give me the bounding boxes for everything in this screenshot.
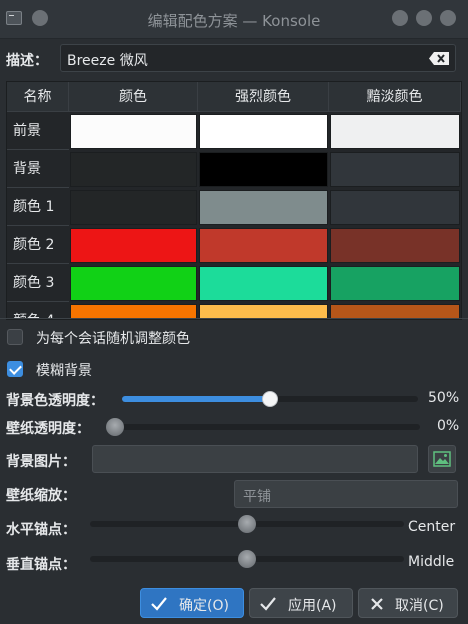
color-swatch-cell[interactable] (330, 190, 460, 225)
backspace-clear-icon[interactable] (429, 52, 449, 65)
color-swatch-cell[interactable] (199, 114, 328, 149)
h-anchor-label: 水平锚点： (6, 522, 76, 538)
apply-button[interactable]: 应用(A) (249, 588, 353, 618)
row-label[interactable]: 背景 (7, 151, 69, 188)
wallpaper-scaling-label: 壁纸缩放： (6, 488, 76, 504)
color-swatch-cell[interactable] (330, 114, 460, 149)
minimize-button[interactable] (392, 10, 408, 26)
bg-transparency-fill (122, 396, 270, 402)
bg-image-path-input[interactable] (92, 445, 418, 473)
v-anchor-label: 垂直锚点： (6, 557, 76, 573)
maximize-button[interactable] (416, 10, 432, 26)
table-bottom-edge (0, 318, 468, 319)
wallpaper-transparency-value: 0% (437, 418, 460, 434)
row-label[interactable]: 颜色 3 (7, 265, 69, 302)
image-picker-icon (433, 451, 451, 467)
column-header-faint[interactable]: 黯淡颜色 (329, 82, 461, 112)
blur-background-label: 模糊背景 (36, 363, 92, 379)
color-swatch-cell[interactable] (70, 190, 197, 225)
column-header-intense[interactable]: 强烈颜色 (198, 82, 329, 112)
ok-button-label: 确定(O) (179, 598, 229, 614)
column-header-color[interactable]: 颜色 (69, 82, 198, 112)
description-input[interactable]: Breeze 微风 (60, 44, 456, 72)
bg-transparency-handle[interactable] (262, 391, 278, 407)
cancel-button-label: 取消(C) (395, 598, 444, 614)
description-value[interactable]: Breeze 微风 (67, 50, 148, 70)
wallpaper-scaling-combobox[interactable]: 平铺 (234, 480, 458, 508)
cancel-button[interactable]: 取消(C) (358, 588, 458, 618)
color-swatch-cell[interactable] (330, 228, 460, 263)
apply-button-label: 应用(A) (288, 598, 337, 614)
color-table: 名称 颜色 强烈颜色 黯淡颜色 前景背景颜色 1颜色 2颜色 3颜色 4 (6, 81, 462, 320)
randomize-colors-label: 为每个会话随机调整颜色 (36, 331, 190, 347)
color-swatch-cell[interactable] (199, 190, 328, 225)
bg-transparency-value: 50% (428, 390, 460, 406)
close-window-button[interactable] (440, 10, 456, 26)
wallpaper-transparency-label: 壁纸透明度： (6, 421, 90, 437)
h-anchor-value: Center (408, 519, 456, 535)
bg-image-label: 背景图片： (6, 454, 76, 470)
checkmark-icon (151, 597, 167, 611)
column-header-name[interactable]: 名称 (7, 82, 69, 112)
row-label[interactable]: 颜色 1 (7, 189, 69, 226)
randomize-colors-checkbox[interactable] (7, 329, 23, 345)
color-swatch-cell[interactable] (70, 152, 197, 187)
wallpaper-transparency-handle[interactable] (106, 418, 124, 436)
row-label[interactable]: 前景 (7, 113, 69, 150)
wallpaper-scaling-value: 平铺 (243, 489, 271, 505)
description-label: 描述： (6, 53, 48, 69)
color-swatch-cell[interactable] (70, 228, 197, 263)
x-icon (371, 598, 383, 610)
v-anchor-handle[interactable] (238, 550, 256, 568)
h-anchor-handle[interactable] (238, 515, 256, 533)
wallpaper-transparency-slider[interactable] (110, 424, 420, 430)
blur-background-checkbox[interactable] (7, 361, 23, 377)
choose-image-button[interactable] (428, 445, 456, 473)
color-swatch-cell[interactable] (70, 266, 197, 301)
color-swatch-cell[interactable] (330, 266, 460, 301)
color-swatch-cell[interactable] (199, 152, 328, 187)
bg-transparency-label: 背景色透明度： (6, 393, 104, 409)
ok-button[interactable]: 确定(O) (140, 588, 244, 618)
color-swatch-cell[interactable] (70, 114, 197, 149)
color-swatch-cell[interactable] (330, 152, 460, 187)
row-label[interactable]: 颜色 2 (7, 227, 69, 264)
title-bar: 编辑配色方案 — Konsole (0, 0, 468, 39)
color-swatch-cell[interactable] (199, 228, 328, 263)
checkmark-icon (260, 597, 276, 611)
color-swatch-cell[interactable] (199, 266, 328, 301)
v-anchor-value: Middle (408, 554, 455, 570)
